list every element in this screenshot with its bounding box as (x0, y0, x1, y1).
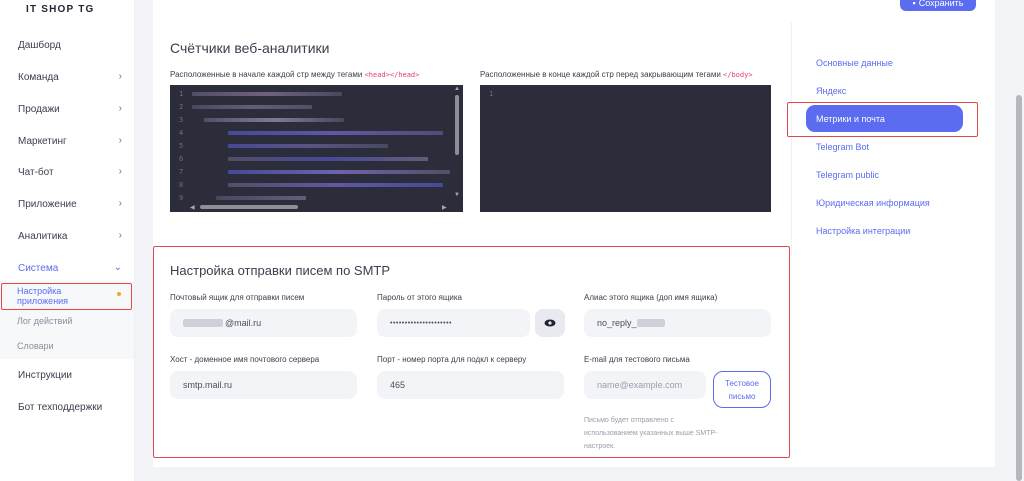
blurred-code (192, 92, 342, 96)
body-tag: </body> (723, 71, 753, 79)
sidebar-subitem-dictionaries[interactable]: Словари (17, 341, 54, 351)
mailbox-input[interactable]: @mail.ru (170, 309, 357, 337)
blurred-code (228, 170, 450, 174)
scroll-down-icon[interactable]: ▼ (454, 192, 460, 198)
chevron-down-icon: ⌄ (113, 262, 122, 273)
test-email-label: E-mail для тестового письма (584, 355, 690, 364)
sidebar-item-label: Аналитика (18, 230, 68, 242)
password-input[interactable]: ••••••••••••••••••••• (377, 309, 530, 337)
sidebar-item-label: Бот техподдержки (18, 401, 103, 413)
sidebar-item-label: Маркетинг (18, 135, 67, 147)
sidebar-item-chatbot[interactable]: Чат-бот › (0, 161, 134, 183)
head-editor-vscroll[interactable] (455, 95, 459, 155)
sidebar-item-analytics[interactable]: Аналитика › (0, 225, 134, 247)
menu-item-integration[interactable]: Настройка интеграции (816, 226, 910, 236)
alias-value: no_reply_ (597, 318, 637, 328)
show-password-button[interactable] (535, 309, 565, 337)
chevron-right-icon: › (118, 71, 122, 82)
sidebar-item-support-bot[interactable]: Бот техподдержки (0, 396, 134, 418)
mailbox-value: @mail.ru (225, 318, 262, 328)
redacted-text (636, 319, 665, 327)
sidebar-item-label: Система (18, 262, 59, 274)
line-number: 1 (179, 90, 184, 98)
menu-item-metrics-mail[interactable]: Метрики и почта (806, 105, 963, 132)
mailbox-label: Почтовый ящик для отправки писем (170, 293, 305, 302)
sidebar-item-label: Чат-бот (18, 166, 54, 178)
sidebar: IT SHOP TG Дашборд Команда › Продажи › Мар… (0, 0, 135, 481)
page-scrollbar-thumb[interactable] (1016, 95, 1022, 481)
chevron-right-icon: › (118, 103, 122, 114)
blurred-code (228, 157, 428, 161)
menu-item-yandex[interactable]: Яндекс (816, 86, 846, 96)
menu-item-basic[interactable]: Основные данные (816, 58, 893, 68)
head-editor-hscroll[interactable] (200, 205, 298, 209)
sidebar-item-app[interactable]: Приложение › (0, 193, 134, 215)
analytics-title: Счётчики веб-аналитики (170, 40, 330, 56)
save-button-label: Сохранить (918, 0, 964, 8)
menu-item-legal[interactable]: Юридическая информация (816, 198, 930, 208)
sidebar-subitem-action-log[interactable]: Лог действий (17, 316, 72, 326)
line-number: 1 (489, 90, 494, 98)
sidebar-item-label: Приложение (18, 198, 77, 210)
alias-input[interactable]: no_reply_ (584, 309, 771, 337)
redacted-text (183, 319, 223, 327)
notification-dot (117, 292, 121, 296)
sidebar-item-system[interactable]: Система ⌄ (0, 257, 134, 279)
blurred-code (228, 144, 388, 148)
blurred-code (192, 105, 312, 109)
body-code-label: Расположенные в конце каждой стр перед з… (480, 70, 753, 79)
test-button-label: Тестовое письмо (725, 378, 759, 401)
sidebar-item-dashboard[interactable]: Дашборд (0, 34, 134, 56)
line-number: 2 (179, 103, 184, 111)
scroll-up-icon[interactable]: ▲ (454, 86, 460, 92)
line-number: 9 (179, 194, 184, 202)
chevron-right-icon: › (118, 230, 122, 241)
test-email-input[interactable]: name@example.com (584, 371, 706, 399)
line-number: 3 (179, 116, 184, 124)
sidebar-item-label: Продажи (18, 103, 60, 115)
sidebar-subitem-app-settings[interactable]: Настройка приложения (17, 286, 107, 306)
blurred-code (204, 118, 344, 122)
smtp-title: Настройка отправки писем по SMTP (170, 263, 391, 278)
menu-item-telegram-public[interactable]: Telegram public (816, 170, 879, 180)
sidebar-item-instructions[interactable]: Инструкции (0, 364, 134, 386)
head-code-label: Расположенные в начале каждой стр между … (170, 70, 420, 79)
line-number: 5 (179, 142, 184, 150)
chevron-right-icon: › (118, 166, 122, 177)
head-code-editor[interactable]: 1 2 3 4 5 6 7 8 9 (170, 85, 463, 212)
port-input[interactable]: 465 (377, 371, 564, 399)
host-label: Хост - доменное имя почтового сервера (170, 355, 320, 364)
sidebar-item-sales[interactable]: Продажи › (0, 98, 134, 120)
port-label: Порт - номер порта для подкл к серверу (377, 355, 527, 364)
save-button[interactable]: ▪ Сохранить (900, 0, 976, 11)
scroll-right-icon[interactable]: ▶ (442, 204, 447, 211)
sidebar-item-team[interactable]: Команда › (0, 66, 134, 88)
save-icon: ▪ (912, 0, 916, 8)
line-number: 4 (179, 129, 184, 137)
sidebar-item-label: Дашборд (18, 39, 61, 51)
host-input[interactable]: smtp.mail.ru (170, 371, 357, 399)
menu-item-telegram-bot[interactable]: Telegram Bot (816, 142, 869, 152)
chevron-right-icon: › (118, 135, 122, 146)
send-test-email-button[interactable]: Тестовое письмо (713, 371, 771, 408)
blurred-code (228, 183, 443, 187)
brand-logo: IT SHOP TG (26, 4, 95, 15)
alias-label: Алиас этого ящика (доп имя ящика) (584, 293, 718, 302)
line-number: 8 (179, 181, 184, 189)
blurred-code (228, 131, 443, 135)
sidebar-item-marketing[interactable]: Маркетинг › (0, 130, 134, 152)
head-tag: <head></head> (364, 71, 420, 79)
test-email-hint: Письмо будет отправлено с использованием… (584, 417, 718, 450)
password-label: Пароль от этого ящика (377, 293, 462, 302)
body-code-editor[interactable]: 1 (480, 85, 771, 212)
eye-icon (544, 319, 556, 327)
line-number: 7 (179, 168, 184, 176)
chevron-right-icon: › (118, 198, 122, 209)
blurred-code (216, 196, 306, 200)
scroll-left-icon[interactable]: ◀ (190, 204, 195, 211)
sidebar-item-label: Команда (18, 71, 59, 83)
line-number: 6 (179, 155, 184, 163)
sidebar-item-label: Инструкции (18, 369, 73, 381)
